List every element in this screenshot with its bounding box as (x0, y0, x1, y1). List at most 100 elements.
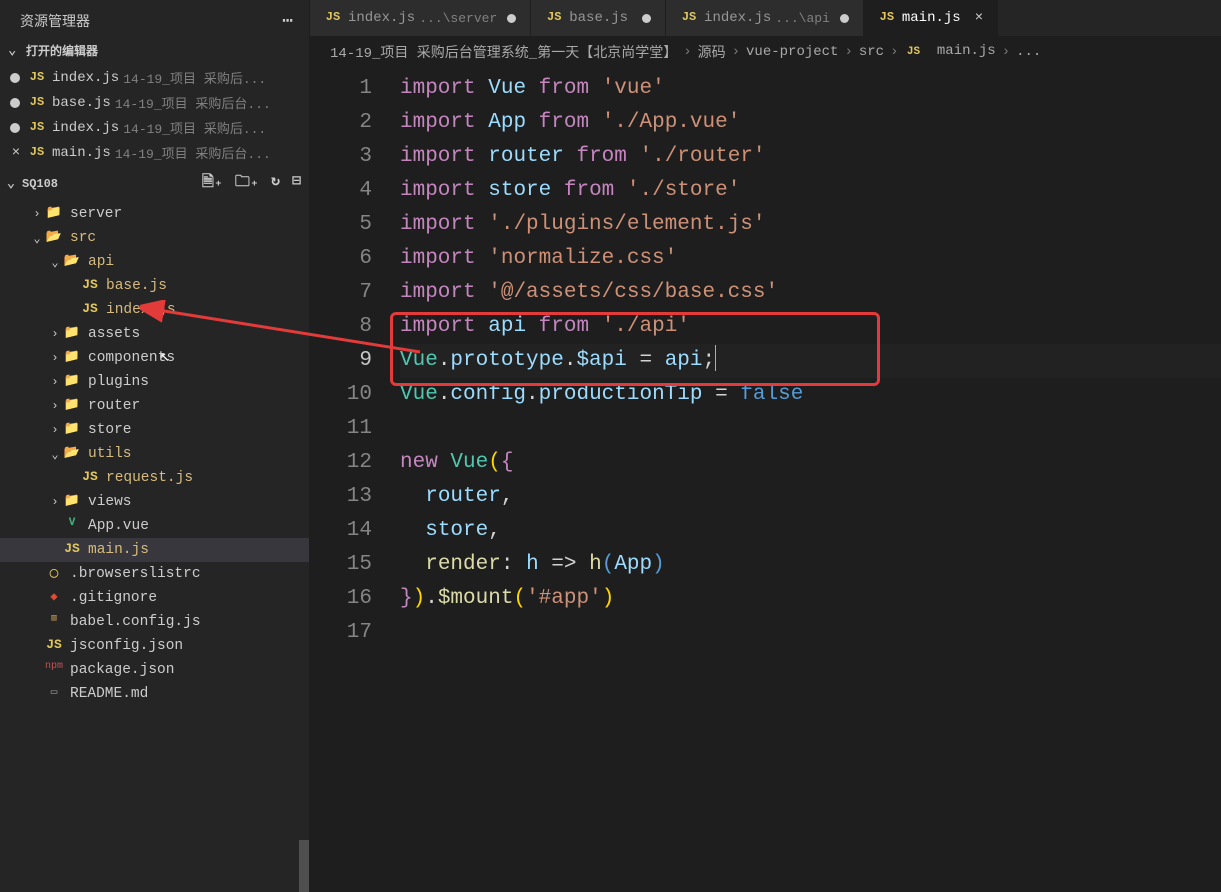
babel-file-icon: ▥ (44, 613, 64, 631)
folder-icon: 📁 (62, 373, 82, 391)
tree-item-assets[interactable]: ›📁assets (0, 322, 309, 346)
line-number: 14 (310, 514, 372, 548)
open-editor-item[interactable]: JSindex.js 14-19_项目 采购后... (0, 65, 309, 90)
breadcrumb-item[interactable]: 源码 (698, 42, 726, 62)
workspace-header[interactable]: ⌄ SQ108 🗎₊ 🗀₊ ↻ ⊟ (0, 167, 309, 200)
code-line[interactable]: Vue.config.productionTip = false (400, 378, 1221, 412)
tree-item-plugins[interactable]: ›📁plugins (0, 370, 309, 394)
code-line[interactable]: render: h => h(App) (400, 548, 1221, 582)
tree-item-src[interactable]: ⌄📂src (0, 226, 309, 250)
breadcrumb-item[interactable]: src (859, 44, 884, 60)
line-number: 13 (310, 480, 372, 514)
file-path: 14-19_项目 采购后台... (115, 143, 271, 162)
breadcrumb-separator: › (844, 44, 852, 60)
new-folder-icon[interactable]: 🗀₊ (235, 171, 259, 196)
open-editor-item[interactable]: JSindex.js 14-19_项目 采购后... (0, 115, 309, 140)
file-path: 14-19_项目 采购后台... (115, 93, 271, 112)
code-editor[interactable]: 1234567891011121314151617 import Vue fro… (310, 68, 1221, 892)
code-line[interactable] (400, 616, 1221, 650)
tree-item-label: server (70, 206, 122, 222)
tree-item-label: plugins (88, 374, 149, 390)
code-line[interactable]: import Vue from 'vue' (400, 72, 1221, 106)
tree-item-index-js[interactable]: ›JSindex.js (0, 298, 309, 322)
close-icon[interactable]: × (8, 145, 24, 161)
new-file-icon[interactable]: 🗎₊ (202, 171, 223, 196)
code-content[interactable]: import Vue from 'vue'import App from './… (400, 72, 1221, 892)
folder-icon: 📁 (62, 493, 82, 511)
more-icon[interactable]: ⋯ (282, 10, 293, 32)
tree-item-label: assets (88, 326, 140, 342)
tree-item-store[interactable]: ›📁store (0, 418, 309, 442)
code-line[interactable]: import '@/assets/css/base.css' (400, 276, 1221, 310)
tree-item-label: base.js (106, 278, 167, 294)
tab-base-js[interactable]: JSbase.js (531, 0, 666, 36)
tree-item-label: .browserslistrc (70, 566, 201, 582)
tree-item-router[interactable]: ›📁router (0, 394, 309, 418)
tree-item--browserslistrc[interactable]: ›◯.browserslistrc (0, 562, 309, 586)
tree-item-App-vue[interactable]: ›VApp.vue (0, 514, 309, 538)
tree-item-label: components (88, 350, 175, 366)
breadcrumb-item[interactable]: JS main.js (904, 43, 995, 62)
tree-item-label: .gitignore (70, 590, 157, 606)
tab-main-js[interactable]: JS main.js × (864, 0, 998, 36)
code-line[interactable]: Vue.prototype.$api = api; (400, 344, 1221, 378)
tree-item-label: store (88, 422, 132, 438)
code-line[interactable]: import App from './App.vue' (400, 106, 1221, 140)
tree-item-base-js[interactable]: ›JSbase.js (0, 274, 309, 298)
js-file-icon: JS (28, 70, 46, 86)
breadcrumb-item[interactable]: vue-project (746, 44, 838, 60)
tree-item-README-md[interactable]: ›▭README.md (0, 682, 309, 706)
tree-item-package-json[interactable]: ›npmpackage.json (0, 658, 309, 682)
chevron-down-icon: ⌄ (4, 175, 18, 192)
breadcrumb-item[interactable]: ... (1016, 44, 1041, 60)
chevron-right-icon: › (30, 207, 44, 221)
chevron-right-icon: › (48, 399, 62, 413)
open-editor-item[interactable]: JSbase.js 14-19_项目 采购后台... (0, 90, 309, 115)
tree-item-main-js[interactable]: ›JSmain.js (0, 538, 309, 562)
tree-item-server[interactable]: ›📁server (0, 202, 309, 226)
breadcrumbs[interactable]: 14-19_项目 采购后台管理系统_第一天【北京尚学堂】›源码›vue-proj… (310, 36, 1221, 68)
explorer-title: 资源管理器 (20, 11, 90, 31)
collapse-icon[interactable]: ⊟ (292, 171, 301, 196)
open-editor-item[interactable]: ×JSmain.js 14-19_项目 采购后台... (0, 140, 309, 165)
code-line[interactable]: import api from './api' (400, 310, 1221, 344)
chevron-right-icon: › (48, 423, 62, 437)
tree-item-utils[interactable]: ⌄📂utils (0, 442, 309, 466)
refresh-icon[interactable]: ↻ (271, 171, 280, 196)
close-icon[interactable]: × (975, 10, 983, 26)
line-number: 6 (310, 242, 372, 276)
tab-label: main.js (902, 10, 961, 26)
scrollbar-thumb[interactable] (299, 840, 309, 892)
tree-item-api[interactable]: ⌄📂api (0, 250, 309, 274)
tree-item-babel-config-js[interactable]: ›▥babel.config.js (0, 610, 309, 634)
tree-item-request-js[interactable]: ›JSrequest.js (0, 466, 309, 490)
code-line[interactable]: }).$mount('#app') (400, 582, 1221, 616)
tree-item-label: api (88, 254, 114, 270)
modified-dot-icon (840, 14, 849, 23)
tree-item-views[interactable]: ›📁views (0, 490, 309, 514)
open-editors-header[interactable]: ⌄ 打开的编辑器 (0, 38, 309, 63)
code-line[interactable]: import 'normalize.css' (400, 242, 1221, 276)
modified-dot-icon (10, 123, 20, 133)
file-icon: ▭ (44, 685, 64, 703)
js-file-icon: JS (28, 95, 46, 111)
tab-index-js[interactable]: JSindex.js...\server (310, 0, 531, 36)
code-line[interactable]: new Vue({ (400, 446, 1221, 480)
tree-item-label: src (70, 230, 96, 246)
package-file-icon: npm (44, 661, 64, 679)
code-line[interactable]: store, (400, 514, 1221, 548)
breadcrumb-item[interactable]: 14-19_项目 采购后台管理系统_第一天【北京尚学堂】 (330, 42, 677, 62)
tree-item-components[interactable]: ›📁components (0, 346, 309, 370)
code-line[interactable]: router, (400, 480, 1221, 514)
tree-item-jsconfig-json[interactable]: ›JSjsconfig.json (0, 634, 309, 658)
line-number: 3 (310, 140, 372, 174)
tab-index-js[interactable]: JSindex.js...\api (666, 0, 864, 36)
code-line[interactable] (400, 412, 1221, 446)
code-line[interactable]: import store from './store' (400, 174, 1221, 208)
js-file-icon: JS (878, 10, 896, 26)
line-gutter: 1234567891011121314151617 (310, 72, 400, 892)
code-line[interactable]: import './plugins/element.js' (400, 208, 1221, 242)
code-line[interactable]: import router from './router' (400, 140, 1221, 174)
line-number: 4 (310, 174, 372, 208)
tree-item--gitignore[interactable]: ›◆.gitignore (0, 586, 309, 610)
